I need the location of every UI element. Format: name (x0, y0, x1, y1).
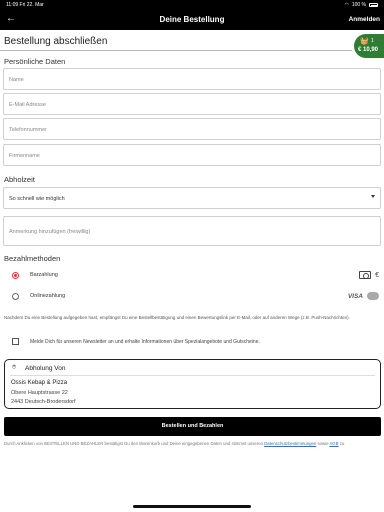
battery-icon (369, 3, 378, 7)
pickup-time-value: So schnell wie möglich (9, 195, 65, 202)
newsletter-checkbox[interactable] (12, 338, 19, 345)
basket-icon: 🧺 (360, 38, 369, 45)
title-divider (0, 50, 352, 51)
pickup-card: ⌾ Abholung Von Ossis Kebap & Pizza Obere… (4, 359, 381, 409)
personal-data-heading: Persönliche Daten (4, 57, 66, 66)
name-placeholder: Name (9, 76, 24, 83)
email-placeholder: E-Mail Adresse (9, 101, 46, 108)
status-bar: 11:09 Fri 22. Mar ◠ 100 % (0, 0, 384, 10)
phone-field[interactable]: Telefonnummer (3, 118, 381, 140)
cart-badge[interactable]: 🧺 1 € 10,90 (354, 34, 384, 58)
payment-heading: Bezahlmethoden (4, 254, 61, 263)
status-time: 11:09 Fri 22. Mar (6, 2, 44, 8)
pickup-time-heading: Abholzeit (4, 175, 35, 184)
company-field[interactable]: Firmenname (3, 144, 381, 166)
cart-count: 1 (371, 38, 374, 44)
terms-link[interactable]: AGB (329, 441, 338, 446)
cart-total: € 10,90 (358, 47, 379, 53)
battery-percent: 100 % (351, 2, 366, 8)
pickup-title: Abholung Von (25, 365, 66, 372)
note-placeholder: Anmerkung hinzufügen (freiwillig) (9, 229, 91, 235)
note-field[interactable]: Anmerkung hinzufügen (freiwillig) (3, 216, 381, 246)
cash-icons: € (359, 271, 379, 279)
restaurant-city: 2443 Deutsch-Brodersdorf (11, 399, 76, 405)
newsletter-label: Melde Dich für unseren Newsletter an und… (30, 339, 260, 345)
euro-icon: € (375, 271, 379, 279)
restaurant-street: Obere Hauptstrasse 22 (11, 390, 68, 396)
order-and-pay-button[interactable]: Bestellen und Bezahlen (4, 417, 381, 436)
page-header-title: Deine Bestellung (159, 15, 225, 24)
company-placeholder: Firmenname (9, 152, 40, 159)
pickup-divider (10, 375, 375, 376)
card-icon (367, 292, 379, 300)
legal-text: Durch Anklicken von BESTELLEN UND BEZAHL… (4, 441, 346, 446)
email-field[interactable]: E-Mail Adresse (3, 93, 381, 115)
login-button[interactable]: Anmelden (349, 16, 380, 23)
cash-icon (359, 271, 372, 279)
wifi-icon: ◠ (344, 2, 349, 8)
page-title: Bestellung abschließen (4, 36, 108, 47)
confirmation-info: Nachdem Du eine Bestellung aufgegeben ha… (4, 315, 350, 320)
chevron-down-icon (371, 195, 375, 198)
location-pin-icon: ⌾ (12, 364, 17, 371)
pickup-time-select[interactable]: So schnell wie möglich (3, 187, 381, 209)
name-field[interactable]: Name (3, 68, 381, 90)
online-label: Onlinezahlung (30, 293, 66, 299)
app-header: ← Deine Bestellung Anmelden (0, 10, 384, 30)
online-radio[interactable] (12, 293, 19, 300)
cash-label: Barzahlung (30, 272, 58, 278)
online-icons: VISA (348, 292, 379, 300)
restaurant-name: Ossis Kebap & Pizza (11, 380, 68, 386)
visa-icon: VISA (347, 292, 363, 300)
home-indicator (133, 505, 251, 508)
status-right: ◠ 100 % (344, 2, 378, 8)
privacy-link[interactable]: Datenschutzbestimmungen (264, 441, 316, 446)
phone-placeholder: Telefonnummer (9, 126, 47, 133)
cash-radio[interactable] (12, 272, 19, 279)
